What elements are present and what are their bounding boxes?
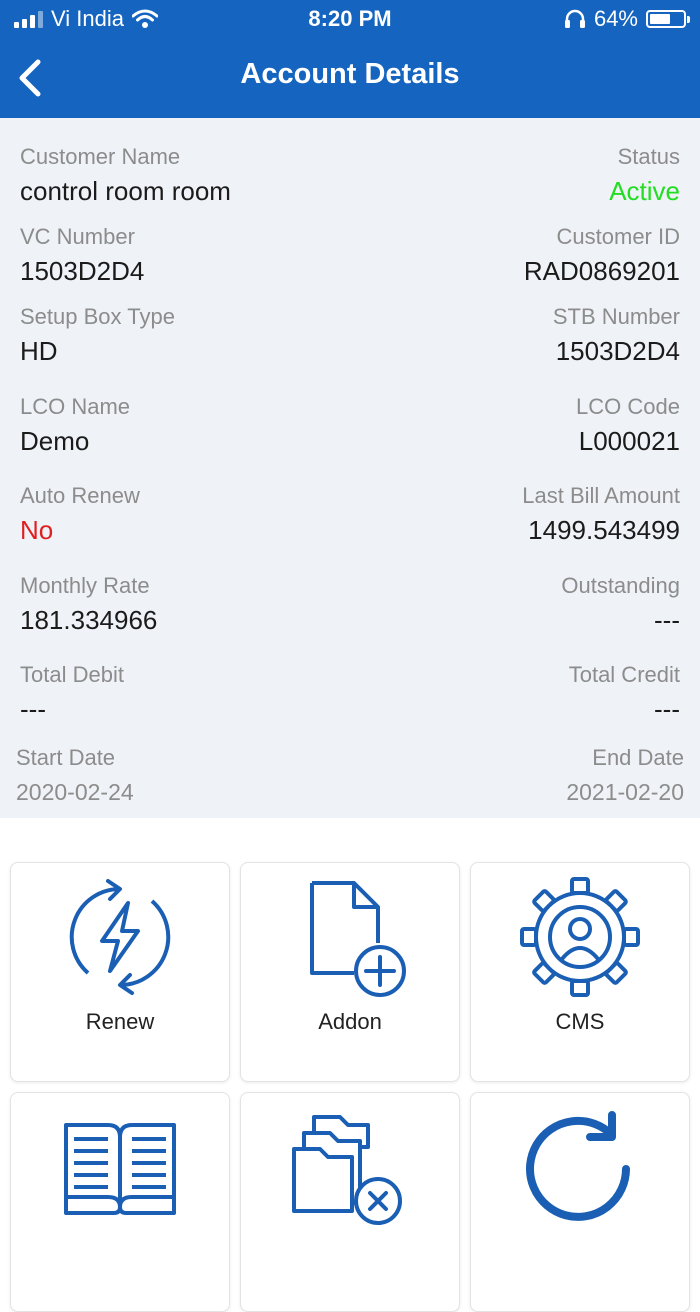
setup-box-type-label: Setup Box Type [20,304,175,329]
refresh-icon [526,1111,630,1221]
last-bill-amount-value: 1499.543499 [528,515,680,545]
folder-remove-icon [292,1115,402,1225]
total-credit-field: Total Credit --- [569,662,680,725]
cms-label: CMS [555,1009,605,1034]
stb-number-field: STB Number 1503D2D4 [553,304,680,367]
battery-percent: 64% [593,6,638,31]
start-date-value: 2020-02-24 [16,779,134,805]
status-field: Status Active [609,144,680,207]
last-bill-amount-field: Last Bill Amount 1499.543499 [522,483,680,546]
monthly-rate-label: Monthly Rate [20,573,150,598]
outstanding-value: --- [654,605,680,635]
auto-renew-field: Auto Renew No [20,483,140,546]
headphones-icon [564,9,585,28]
cms-button[interactable]: CMS [470,862,690,1082]
status-value: Active [609,176,680,206]
stb-number-label: STB Number [552,304,680,329]
customer-name-value: control room room [20,176,231,206]
monthly-rate-value: 181.334966 [20,605,158,635]
customer-name-field: Customer Name control room room [20,144,231,207]
customer-id-field: Customer ID RAD0869201 [524,224,680,287]
start-date-label: Start Date [16,745,116,770]
lco-name-label: LCO Name [20,394,131,419]
start-date-field: Start Date 2020-02-24 [16,745,134,806]
gear-user-icon [520,877,640,997]
lco-code-field: LCO Code L000021 [576,394,680,457]
stb-number-value: 1503D2D4 [555,336,680,366]
outstanding-field: Outstanding --- [561,573,680,636]
total-debit-field: Total Debit --- [20,662,124,725]
renew-label: Renew [85,1009,155,1034]
lco-name-value: Demo [20,426,90,456]
book-button[interactable] [10,1092,230,1312]
setup-box-type-value: HD [20,336,58,366]
app-header: Vi India 8:20 PM 64% Account Details [0,0,700,118]
customer-id-value: RAD0869201 [523,256,680,286]
page-title: Account Details [240,58,460,90]
vc-number-field: VC Number 1503D2D4 [20,224,144,287]
vc-number-value: 1503D2D4 [20,256,145,286]
end-date-field: End Date 2021-02-20 [566,745,684,806]
total-debit-label: Total Debit [20,662,124,687]
vc-number-label: VC Number [20,224,135,249]
status-label: Status [617,144,680,169]
renew-button[interactable]: Renew [10,862,230,1082]
addon-button[interactable]: Addon [240,862,460,1082]
auto-renew-label: Auto Renew [20,483,140,508]
outstanding-label: Outstanding [561,573,680,598]
lco-code-label: LCO Code [576,394,680,419]
customer-id-label: Customer ID [556,224,680,249]
add-document-icon [310,881,406,997]
customer-name-label: Customer Name [20,144,181,169]
folder-remove-button[interactable] [240,1092,460,1312]
addon-label: Addon [318,1009,382,1034]
battery-icon [646,10,690,28]
status-bar: Vi India 8:20 PM 64% [0,0,700,40]
renew-lightning-icon [69,879,171,995]
monthly-rate-field: Monthly Rate 181.334966 [20,573,157,636]
lco-code-value: L000021 [578,426,680,456]
refresh-button[interactable] [470,1092,690,1312]
last-bill-amount-label: Last Bill Amount [522,483,680,508]
total-debit-value: --- [20,694,46,724]
setup-box-type-field: Setup Box Type HD [20,304,175,367]
account-details-panel: Customer Name control room room Status A… [0,118,700,818]
end-date-value: 2021-02-20 [566,779,684,805]
total-credit-value: --- [654,694,680,724]
end-date-label: End Date [592,745,684,770]
auto-renew-value: No [20,515,54,545]
open-book-icon [64,1123,176,1215]
total-credit-label: Total Credit [568,662,680,687]
lco-name-field: LCO Name Demo [20,394,130,457]
